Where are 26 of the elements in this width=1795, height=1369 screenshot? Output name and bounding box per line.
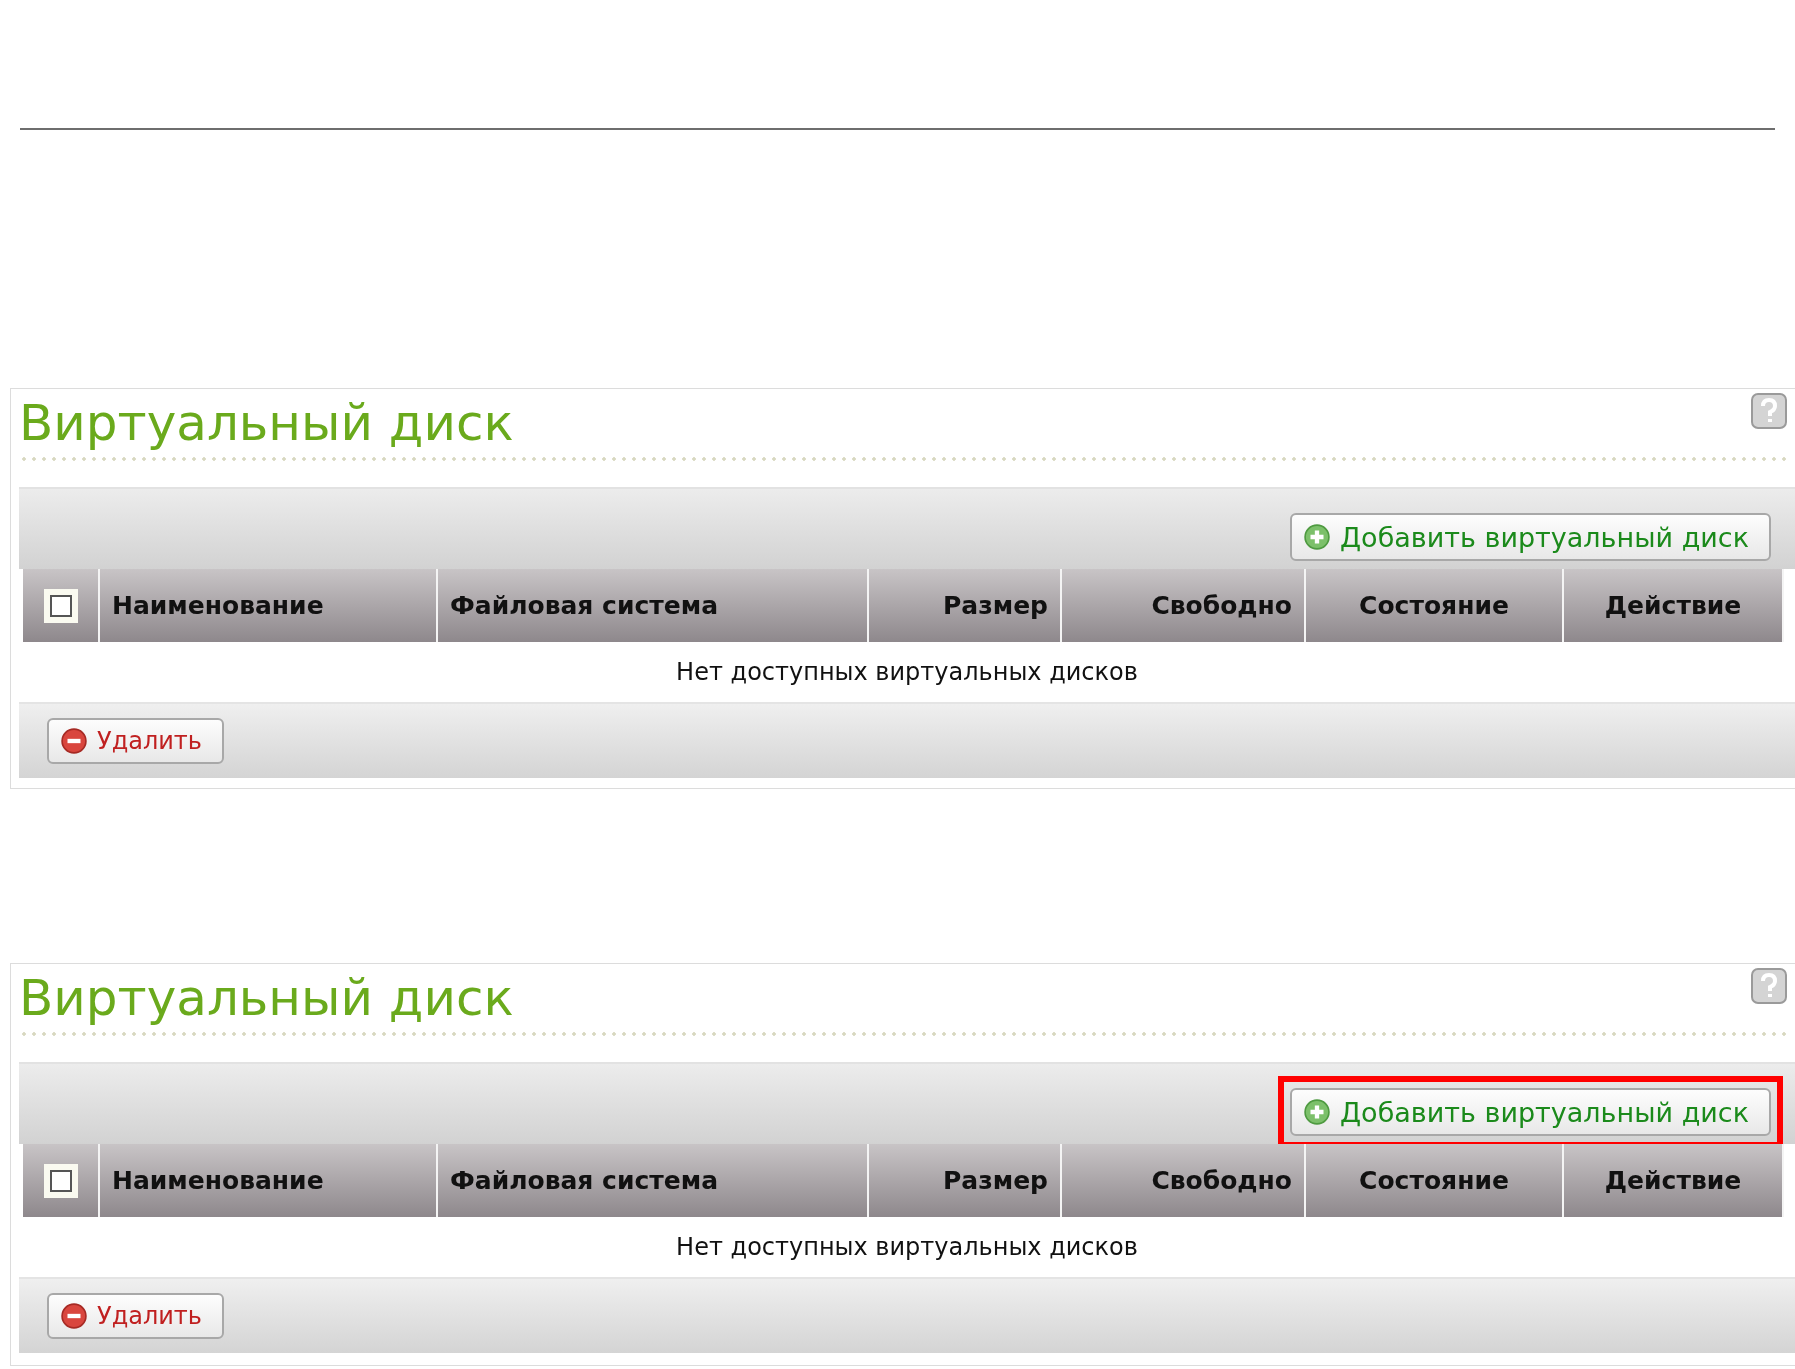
minus-icon [61, 728, 87, 754]
add-disk-button[interactable]: Добавить виртуальный диск [1290, 513, 1771, 561]
panel-title: Виртуальный диск [19, 393, 514, 454]
plus-icon [1304, 524, 1330, 550]
column-header: Действие [1604, 591, 1742, 620]
column-header: Размер [943, 591, 1048, 620]
plus-icon [1304, 1099, 1330, 1125]
empty-message: Нет доступных виртуальных дисков [676, 1233, 1138, 1261]
column-header: Наименование [112, 591, 324, 620]
delete-button[interactable]: Удалить [47, 1293, 224, 1339]
help-icon[interactable] [1751, 393, 1787, 429]
panel-title: Виртуальный диск [19, 968, 514, 1029]
column-header: Действие [1604, 1166, 1742, 1195]
column-header: Наименование [112, 1166, 324, 1195]
column-header: Файловая система [450, 1166, 719, 1195]
help-icon[interactable] [1751, 968, 1787, 1004]
column-header: Состояние [1359, 591, 1509, 620]
empty-message: Нет доступных виртуальных дисков [676, 658, 1138, 686]
column-header: Файловая система [450, 591, 719, 620]
column-header: Свободно [1151, 591, 1292, 620]
add-disk-button[interactable]: Добавить виртуальный диск [1290, 1088, 1771, 1136]
column-header: Состояние [1359, 1166, 1509, 1195]
delete-button[interactable]: Удалить [47, 718, 224, 764]
column-header: Свободно [1151, 1166, 1292, 1195]
column-header: Размер [943, 1166, 1048, 1195]
minus-icon [61, 1303, 87, 1329]
